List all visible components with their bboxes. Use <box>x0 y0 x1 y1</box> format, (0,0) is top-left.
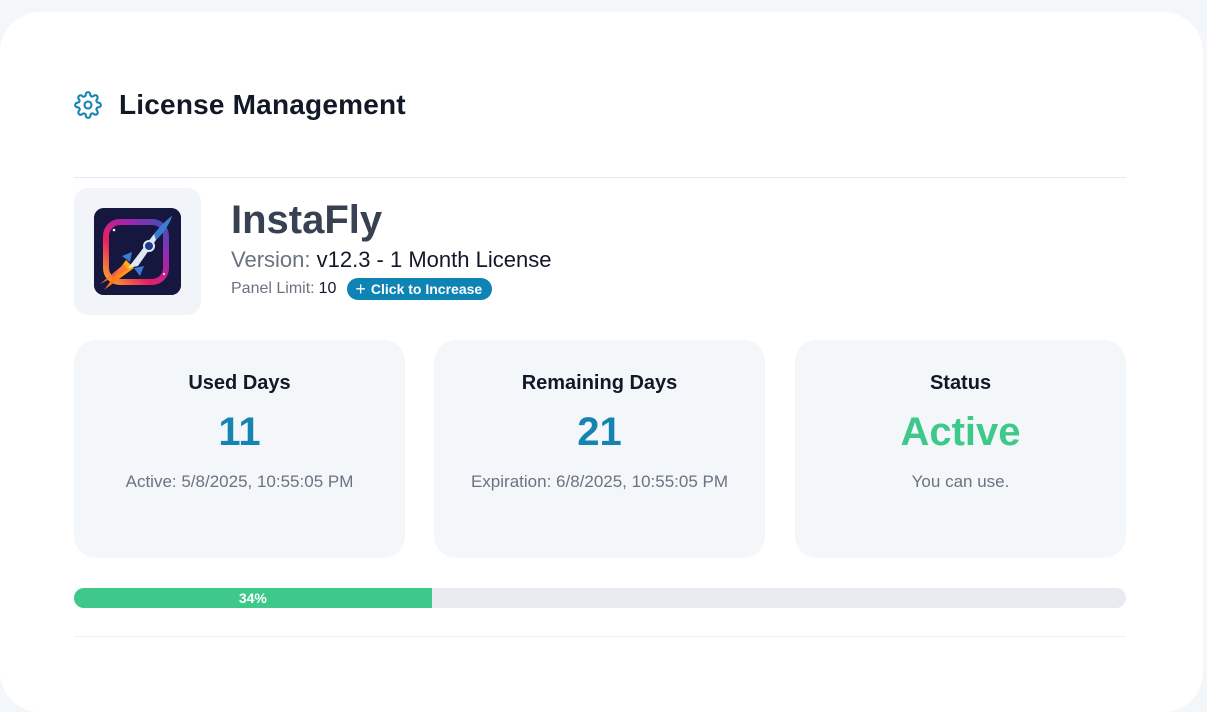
remaining-days-value: 21 <box>577 410 622 454</box>
used-days-title: Used Days <box>188 372 291 394</box>
remaining-days-title: Remaining Days <box>521 372 678 394</box>
page-title: License Management <box>119 89 406 120</box>
version-line: Version: v12.3 - 1 Month License <box>231 246 551 274</box>
increase-limit-button[interactable]: + Click to Increase <box>347 278 493 300</box>
used-days-card: Used Days 11 Active: 5/8/2025, 10:55:05 … <box>74 340 405 558</box>
panel-limit-label: Panel Limit: <box>231 280 315 297</box>
gear-icon <box>74 91 102 119</box>
status-card: Status Active You can use. <box>795 340 1126 558</box>
panel-limit-line: Panel Limit: 10 + Click to Increase <box>231 278 551 300</box>
remaining-days-card: Remaining Days 21 Expiration: 6/8/2025, … <box>434 340 765 558</box>
status-value: Active <box>900 410 1021 454</box>
progress-fill: 34% <box>74 588 432 608</box>
status-description: You can use. <box>911 472 1010 491</box>
bottom-divider <box>74 636 1126 637</box>
header-divider <box>74 177 1126 178</box>
version-value: v12.3 - 1 Month License <box>316 247 552 272</box>
expiration-date: Expiration: 6/8/2025, 10:55:05 PM <box>470 472 729 491</box>
status-title: Status <box>929 372 992 394</box>
app-name: InstaFly <box>231 198 383 242</box>
app-logo-container <box>74 188 201 315</box>
license-progress-bar: 34% <box>74 588 1126 608</box>
panel-limit-value: 10 <box>318 280 337 297</box>
activation-date: Active: 5/8/2025, 10:55:05 PM <box>125 472 354 491</box>
rocket-app-logo <box>94 208 181 295</box>
increase-limit-label: Click to Increase <box>370 281 483 297</box>
version-label: Version: <box>231 247 311 272</box>
app-info: InstaFly Version: v12.3 - 1 Month Licens… <box>231 196 551 300</box>
progress-label: 34% <box>238 590 267 606</box>
plus-icon: + <box>355 279 366 299</box>
page-header: License Management <box>74 89 406 121</box>
used-days-value: 11 <box>218 410 261 454</box>
